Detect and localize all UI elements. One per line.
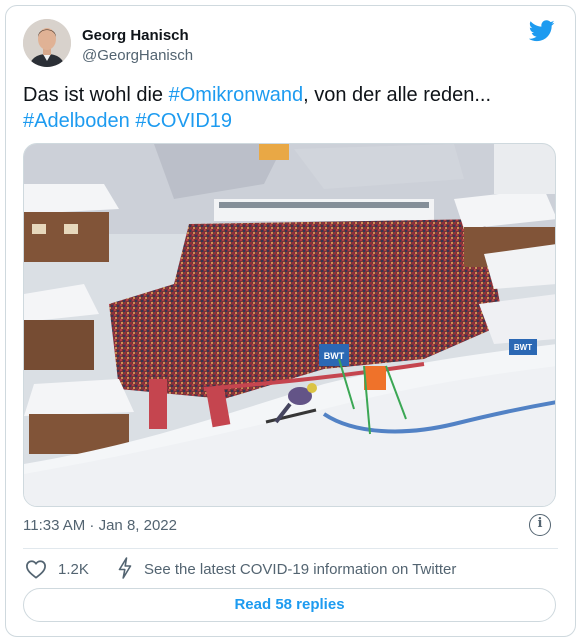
twitter-bird-icon[interactable]	[529, 20, 555, 42]
author-handle[interactable]: @GeorgHanisch	[82, 47, 193, 64]
hashtag-covid19[interactable]: #COVID19	[135, 110, 232, 132]
covid-info-link[interactable]: See the latest COVID-19 information on T…	[144, 561, 456, 578]
ski-race-photo: BWT BWT	[24, 144, 555, 506]
heart-icon[interactable]	[25, 559, 47, 579]
author-display-name[interactable]: Georg Hanisch	[82, 27, 189, 44]
author-avatar[interactable]	[23, 19, 71, 67]
tweet-media-image[interactable]: BWT BWT	[23, 143, 556, 507]
tweet-text: Das ist wohl die #Omikronwand, von der a…	[23, 82, 563, 134]
divider	[23, 548, 558, 549]
hashtag-adelboden[interactable]: #Adelboden	[23, 110, 130, 132]
tweet-text-middle: , von der alle reden...	[303, 84, 492, 106]
tweet-text-prefix: Das ist wohl die	[23, 84, 169, 106]
like-count[interactable]: 1.2K	[58, 561, 89, 578]
read-replies-button[interactable]: Read 58 replies	[23, 588, 556, 622]
info-icon[interactable]: i	[529, 514, 551, 536]
hashtag-omikronwand[interactable]: #Omikronwand	[169, 84, 304, 106]
tweet-card: Georg Hanisch @GeorgHanisch Das ist wohl…	[5, 5, 576, 637]
tweet-timestamp[interactable]: 11:33 AM · Jan 8, 2022	[23, 517, 177, 534]
person-portrait-icon	[23, 19, 71, 67]
lightning-bolt-icon	[118, 557, 132, 579]
